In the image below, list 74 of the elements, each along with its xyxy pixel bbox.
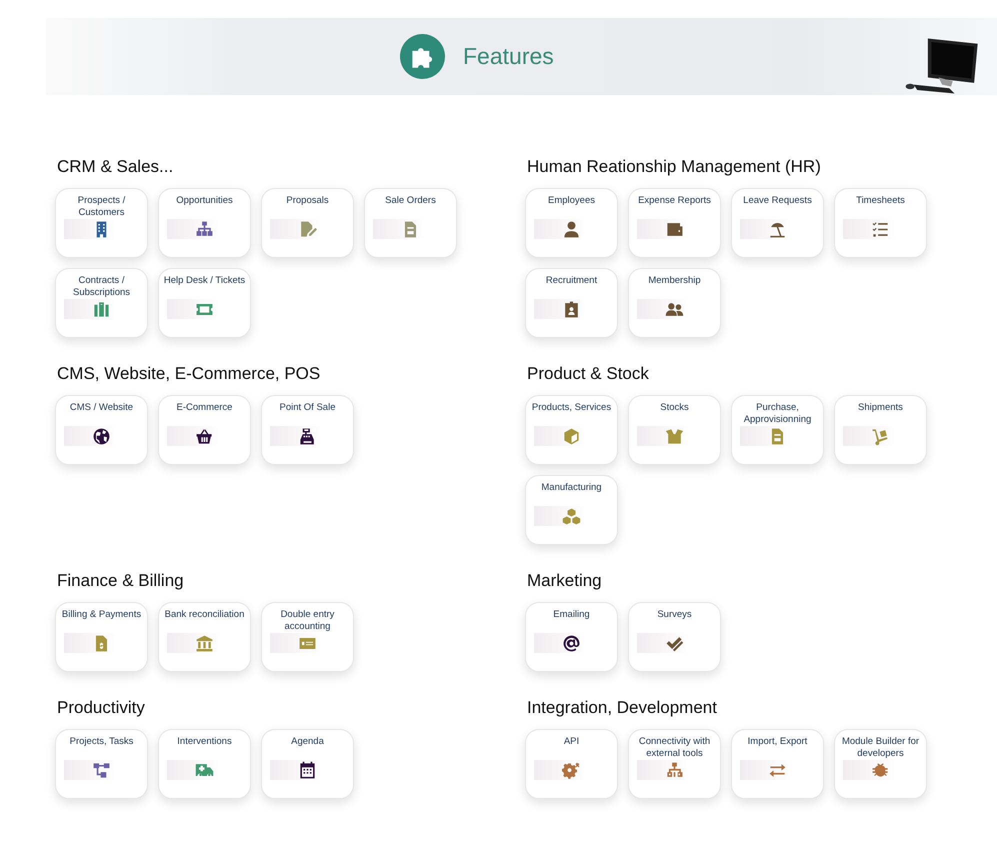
feature-card[interactable]: CMS / Website [55, 395, 148, 465]
feature-label: Purchase, Approvisionning [742, 402, 812, 426]
feature-label: Contracts / Subscriptions [72, 275, 132, 299]
page-title: Features [463, 43, 554, 70]
feature-label: Interventions [176, 736, 233, 748]
feature-label: Import, Export [746, 736, 808, 748]
feature-label: Leave Requests [742, 195, 813, 207]
feature-label: Projects, Tasks [68, 736, 134, 748]
feature-label: Double entry accounting [280, 609, 336, 633]
feature-card[interactable]: Interventions [158, 729, 251, 799]
feature-card[interactable]: Opportunities [158, 188, 251, 258]
feature-label: Membership [647, 275, 702, 287]
feature-card[interactable]: API [525, 729, 618, 799]
feature-label: Billing & Payments [60, 609, 142, 621]
feature-card[interactable]: Help Desk / Tickets [158, 268, 251, 338]
section-heading: Marketing [527, 571, 603, 591]
feature-label: E-Commerce [176, 402, 234, 414]
feature-label: Sale Orders [384, 195, 437, 207]
feature-label: Opportunities [175, 195, 234, 207]
feature-card[interactable]: Leave Requests [731, 188, 824, 258]
section-heading: Integration, Development [527, 698, 718, 718]
section-heading: Finance & Billing [57, 571, 185, 591]
feature-card[interactable]: Proposals [261, 188, 354, 258]
feature-label: Surveys [656, 609, 693, 621]
feature-label: Module Builder for developers [840, 736, 920, 760]
feature-label: API [562, 736, 580, 748]
feature-card[interactable]: Expense Reports [628, 188, 721, 258]
feature-card[interactable]: Employees [525, 188, 618, 258]
feature-card[interactable]: Billing & Payments [55, 602, 148, 672]
feature-card[interactable]: Contracts / Subscriptions [55, 268, 148, 338]
feature-label: Emailing [552, 609, 591, 621]
feature-card[interactable]: Membership [628, 268, 721, 338]
section-heading: Human Reationship Management (HR) [527, 157, 822, 177]
feature-card[interactable]: Double entry accounting [261, 602, 354, 672]
feature-label: Shipments [857, 402, 904, 414]
section-heading: CMS, Website, E-Commerce, POS [57, 364, 322, 384]
feature-label: Agenda [290, 736, 325, 748]
feature-label: Recruitment [544, 275, 598, 287]
feature-card[interactable]: Sale Orders [364, 188, 457, 258]
feature-card[interactable]: Import, Export [731, 729, 824, 799]
feature-card[interactable]: Recruitment [525, 268, 618, 338]
feature-card[interactable]: Module Builder for developers [834, 729, 927, 799]
feature-label: Stocks [659, 402, 690, 414]
feature-label: Manufacturing [540, 482, 603, 494]
feature-card[interactable]: Timesheets [834, 188, 927, 258]
feature-card[interactable]: Point Of Sale [261, 395, 354, 465]
feature-card[interactable]: Manufacturing [525, 475, 618, 545]
feature-card[interactable]: Connectivity with external tools [628, 729, 721, 799]
feature-label: Timesheets [855, 195, 906, 207]
feature-card[interactable]: Prospects / Customers [55, 188, 148, 258]
feature-card[interactable]: Emailing [525, 602, 618, 672]
feature-label: Expense Reports [637, 195, 712, 207]
feature-card[interactable]: E-Commerce [158, 395, 251, 465]
section-heading: Productivity [57, 698, 146, 718]
feature-label: Bank reconciliation [164, 609, 246, 621]
feature-card[interactable]: Purchase, Approvisionning [731, 395, 824, 465]
feature-card[interactable]: Projects, Tasks [55, 729, 148, 799]
puzzle-icon [400, 34, 445, 79]
feature-label: Proposals [285, 195, 330, 207]
feature-label: Connectivity with external tools [638, 736, 712, 760]
section-heading: CRM & Sales... [57, 157, 174, 177]
feature-label: Point Of Sale [278, 402, 336, 414]
feature-card[interactable]: Products, Services [525, 395, 618, 465]
feature-label: Employees [547, 195, 596, 207]
feature-label: CMS / Website [68, 402, 134, 414]
feature-label: Help Desk / Tickets [162, 275, 246, 287]
feature-card[interactable]: Stocks [628, 395, 721, 465]
feature-label: Products, Services [530, 402, 612, 414]
feature-card[interactable]: Surveys [628, 602, 721, 672]
feature-card[interactable]: Shipments [834, 395, 927, 465]
feature-card[interactable]: Bank reconciliation [158, 602, 251, 672]
feature-card[interactable]: Agenda [261, 729, 354, 799]
section-heading: Product & Stock [527, 364, 650, 384]
feature-label: Prospects / Customers [76, 195, 126, 219]
